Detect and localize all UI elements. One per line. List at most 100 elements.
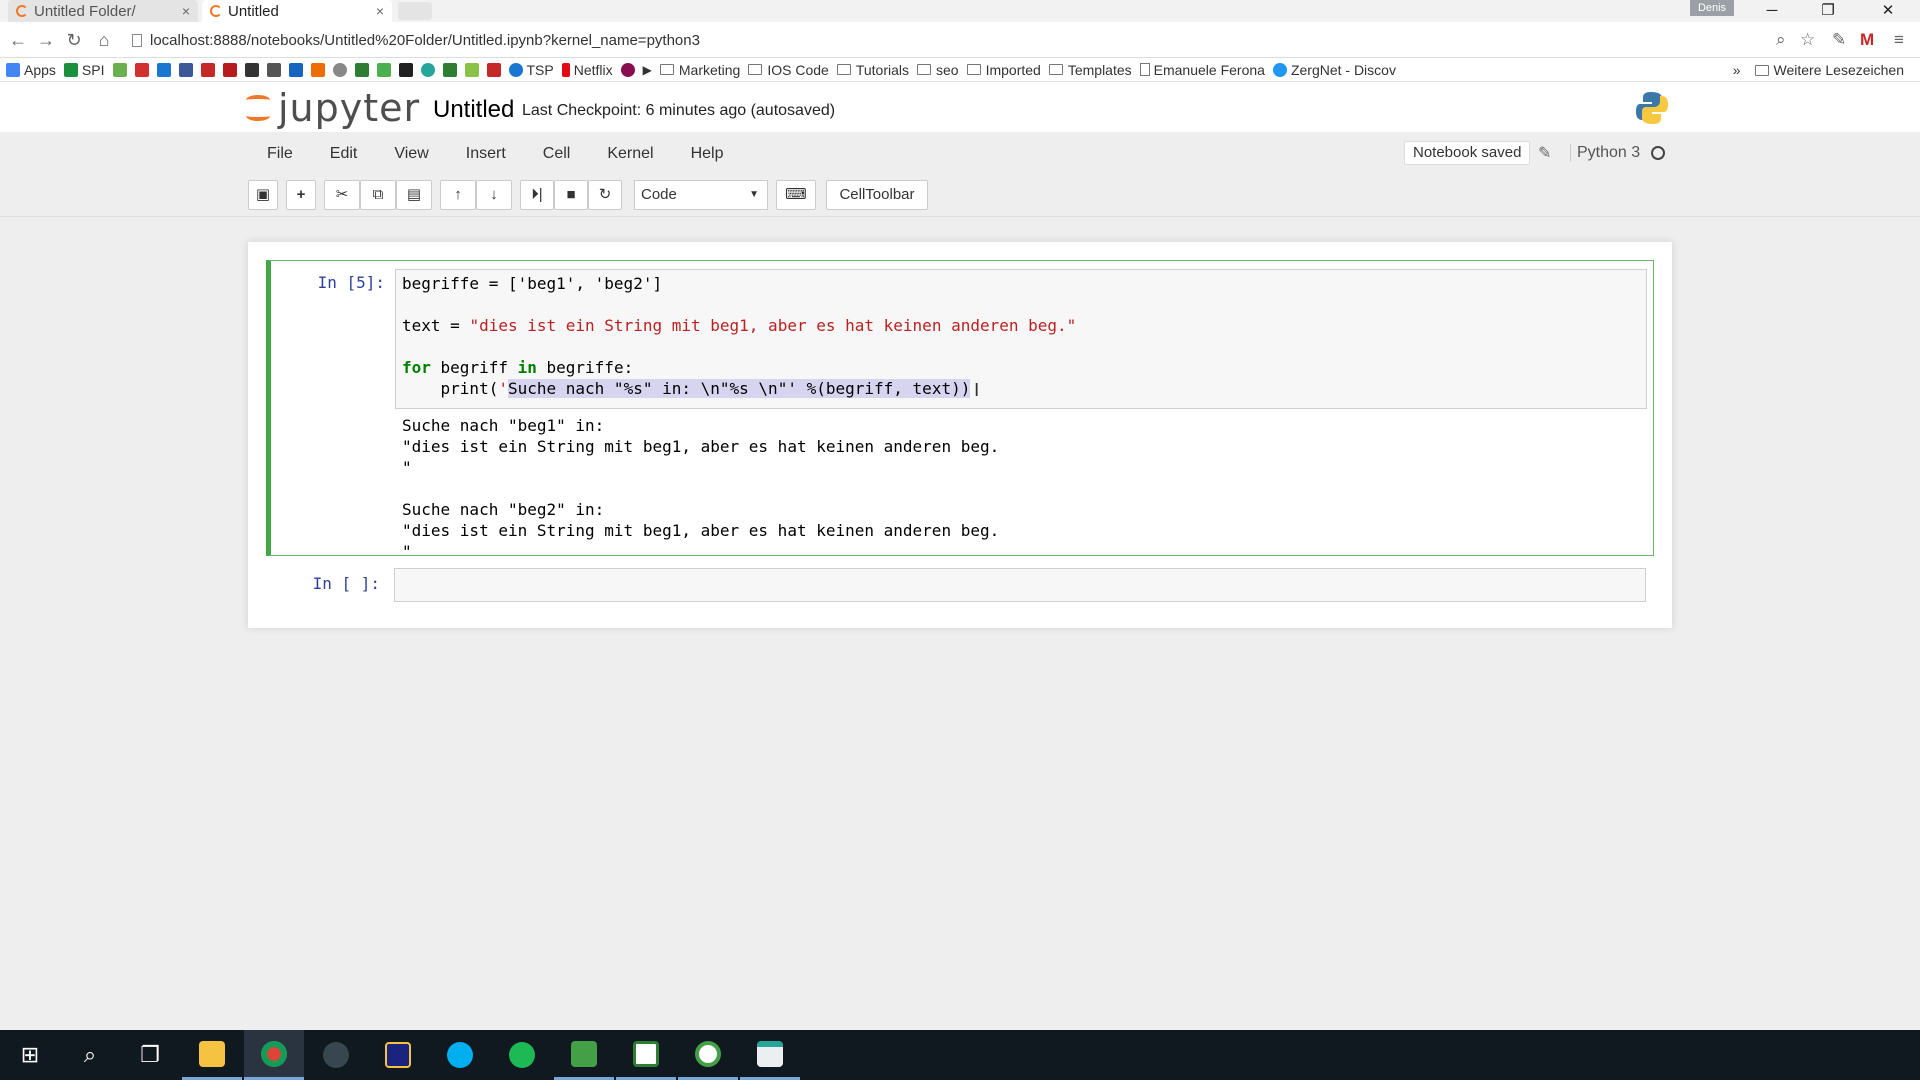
move-up-button[interactable]: ↑ [440, 180, 476, 210]
kernel-name[interactable]: Python 3 [1570, 144, 1640, 162]
bookmark-apps[interactable]: Apps [6, 62, 56, 78]
restore-button[interactable]: ❐ [1806, 0, 1850, 22]
extension-icon[interactable]: ✎ [1832, 30, 1846, 50]
bookmark-folder-templates[interactable]: Templates [1048, 61, 1132, 78]
command-palette-button[interactable]: ⌨ [776, 180, 816, 210]
tab-close-icon[interactable]: × [376, 3, 384, 19]
taskbar-skype[interactable] [430, 1030, 490, 1080]
facebook-icon[interactable] [178, 62, 193, 77]
menu-view[interactable]: View [375, 145, 446, 163]
bookmark-folder-ios-code[interactable]: IOS Code [748, 62, 829, 78]
bookmark-netflix[interactable]: Netflix [561, 62, 613, 78]
menu-insert[interactable]: Insert [447, 145, 524, 163]
forward-icon[interactable]: → [34, 30, 58, 51]
menu-file[interactable]: File [248, 145, 311, 163]
insert-cell-button[interactable]: + [286, 180, 316, 210]
code-cell-selected[interactable]: In [5]: begriffe = ['beg1', 'beg2'] ​ te… [266, 260, 1654, 561]
move-down-button[interactable]: ↓ [476, 180, 512, 210]
cell-type-select[interactable]: Code ▼ [634, 180, 768, 210]
celltoolbar-button[interactable]: CellToolbar [826, 180, 928, 210]
favicon-sn-icon[interactable] [486, 62, 501, 77]
code-cell-empty[interactable]: In [ ]: [266, 564, 1654, 606]
bookmark-folder-marketing[interactable]: Marketing [659, 62, 740, 78]
favicon-u-icon[interactable] [112, 62, 127, 77]
cut-button[interactable]: ✂ [324, 180, 360, 210]
interrupt-kernel-button[interactable]: ■ [554, 180, 588, 210]
taskbar-explorer[interactable] [182, 1030, 242, 1080]
bookmark-tsp[interactable]: TSP [508, 62, 554, 78]
favicon-blue-icon[interactable] [156, 62, 171, 77]
taskbar-app-window[interactable] [740, 1030, 800, 1080]
close-window-button[interactable]: ✕ [1866, 0, 1910, 22]
task-view-button[interactable]: ❐ [120, 1030, 180, 1080]
code-editor-empty[interactable] [394, 568, 1646, 602]
taskbar-app-circle[interactable] [678, 1030, 738, 1080]
favicon-android-icon[interactable] [464, 62, 479, 77]
bookmark-folder-imported[interactable]: Imported [966, 62, 1041, 78]
play-icon[interactable]: ▶ [643, 63, 652, 77]
favicon-at-icon[interactable] [332, 62, 347, 77]
favicon-b-icon[interactable] [398, 62, 413, 77]
taskbar-camtasia[interactable] [554, 1030, 614, 1080]
favicon-4-icon[interactable] [310, 62, 325, 77]
browser-tab-untitled-folder[interactable]: Untitled Folder/ × [8, 0, 198, 22]
restart-kernel-button[interactable]: ↻ [588, 180, 622, 210]
menu-kernel[interactable]: Kernel [588, 145, 671, 163]
bookmark-emanuele[interactable]: Emanuele Ferona [1139, 62, 1265, 78]
bookmark-star-icon[interactable]: ☆ [1800, 30, 1815, 50]
bookmark-zergnet[interactable]: ZergNet - Discov [1272, 62, 1396, 78]
run-cell-button[interactable]: ⏵| [520, 180, 554, 210]
reload-icon[interactable]: ↻ [62, 30, 86, 51]
profile-badge[interactable]: Denis [1690, 0, 1734, 16]
copy-button[interactable]: ⧉ [360, 180, 396, 210]
code-editor[interactable]: begriffe = ['beg1', 'beg2'] ​ text = "di… [395, 269, 1647, 409]
bookmark-spi[interactable]: SPI [63, 62, 105, 78]
taskbar-spotify[interactable] [492, 1030, 552, 1080]
paste-icon: ▤ [406, 186, 422, 203]
new-tab-button[interactable] [398, 2, 432, 20]
taskbar-chrome[interactable] [244, 1030, 304, 1080]
gmail-extension-icon[interactable]: M [1860, 30, 1874, 50]
jupyter-logo[interactable]: jupyter [246, 86, 420, 130]
favicon-grid-icon[interactable] [266, 62, 281, 77]
url-field[interactable]: localhost:8888/notebooks/Untitled%20Fold… [126, 26, 1806, 54]
browser-tab-untitled[interactable]: Untitled × [202, 0, 392, 22]
favicon-k-icon[interactable] [200, 62, 215, 77]
home-icon[interactable]: ⌂ [92, 30, 116, 51]
jupyter-favicon-icon [16, 5, 28, 17]
save-button[interactable]: ▣ [248, 180, 278, 210]
start-button[interactable]: ⊞ [0, 1030, 60, 1080]
favicon-drive-icon[interactable] [376, 62, 391, 77]
tab-close-icon[interactable]: × [182, 3, 190, 19]
favicon-tc-icon[interactable] [442, 62, 457, 77]
taskbar-app-dark[interactable] [306, 1030, 366, 1080]
menu-cell[interactable]: Cell [524, 145, 589, 163]
input-prompt: In [ ]: [312, 574, 380, 593]
bookmark-label: Templates [1067, 61, 1132, 78]
favicon-q-icon[interactable] [354, 62, 369, 77]
menu-help[interactable]: Help [672, 145, 742, 163]
code-line-3-a: begriff [430, 358, 518, 377]
jupyter-header: jupyter Untitled Last Checkpoint: 6 minu… [0, 82, 1920, 132]
search-button[interactable]: ⌕ [60, 1030, 120, 1080]
bookmark-folder-seo[interactable]: seo [917, 62, 959, 78]
favicon-circle-icon[interactable] [288, 62, 303, 77]
paste-button[interactable]: ▤ [396, 180, 432, 210]
taskbar-app-l[interactable] [368, 1030, 428, 1080]
bookmark-folder-tutorials[interactable]: Tutorials [836, 62, 909, 78]
browser-menu-icon[interactable]: ≡ [1894, 30, 1904, 50]
favicon-dark-icon[interactable] [244, 62, 259, 77]
menu-edit[interactable]: Edit [311, 145, 376, 163]
notebook-title[interactable]: Untitled [433, 96, 514, 124]
favicon-music-icon[interactable] [620, 62, 635, 77]
favicon-g-icon[interactable] [420, 62, 435, 77]
minimize-button[interactable]: ─ [1750, 0, 1794, 22]
other-bookmarks[interactable]: Weitere Lesezeichen [1754, 62, 1904, 78]
favicon-x-icon[interactable] [222, 62, 237, 77]
app-circle-icon [695, 1040, 721, 1067]
taskbar-app-c[interactable] [616, 1030, 676, 1080]
back-icon[interactable]: ← [6, 30, 30, 51]
zoom-icon[interactable]: ⌕ [1776, 30, 1786, 50]
favicon-red-icon[interactable] [134, 62, 149, 77]
bookmarks-overflow-icon[interactable]: » [1733, 62, 1741, 78]
